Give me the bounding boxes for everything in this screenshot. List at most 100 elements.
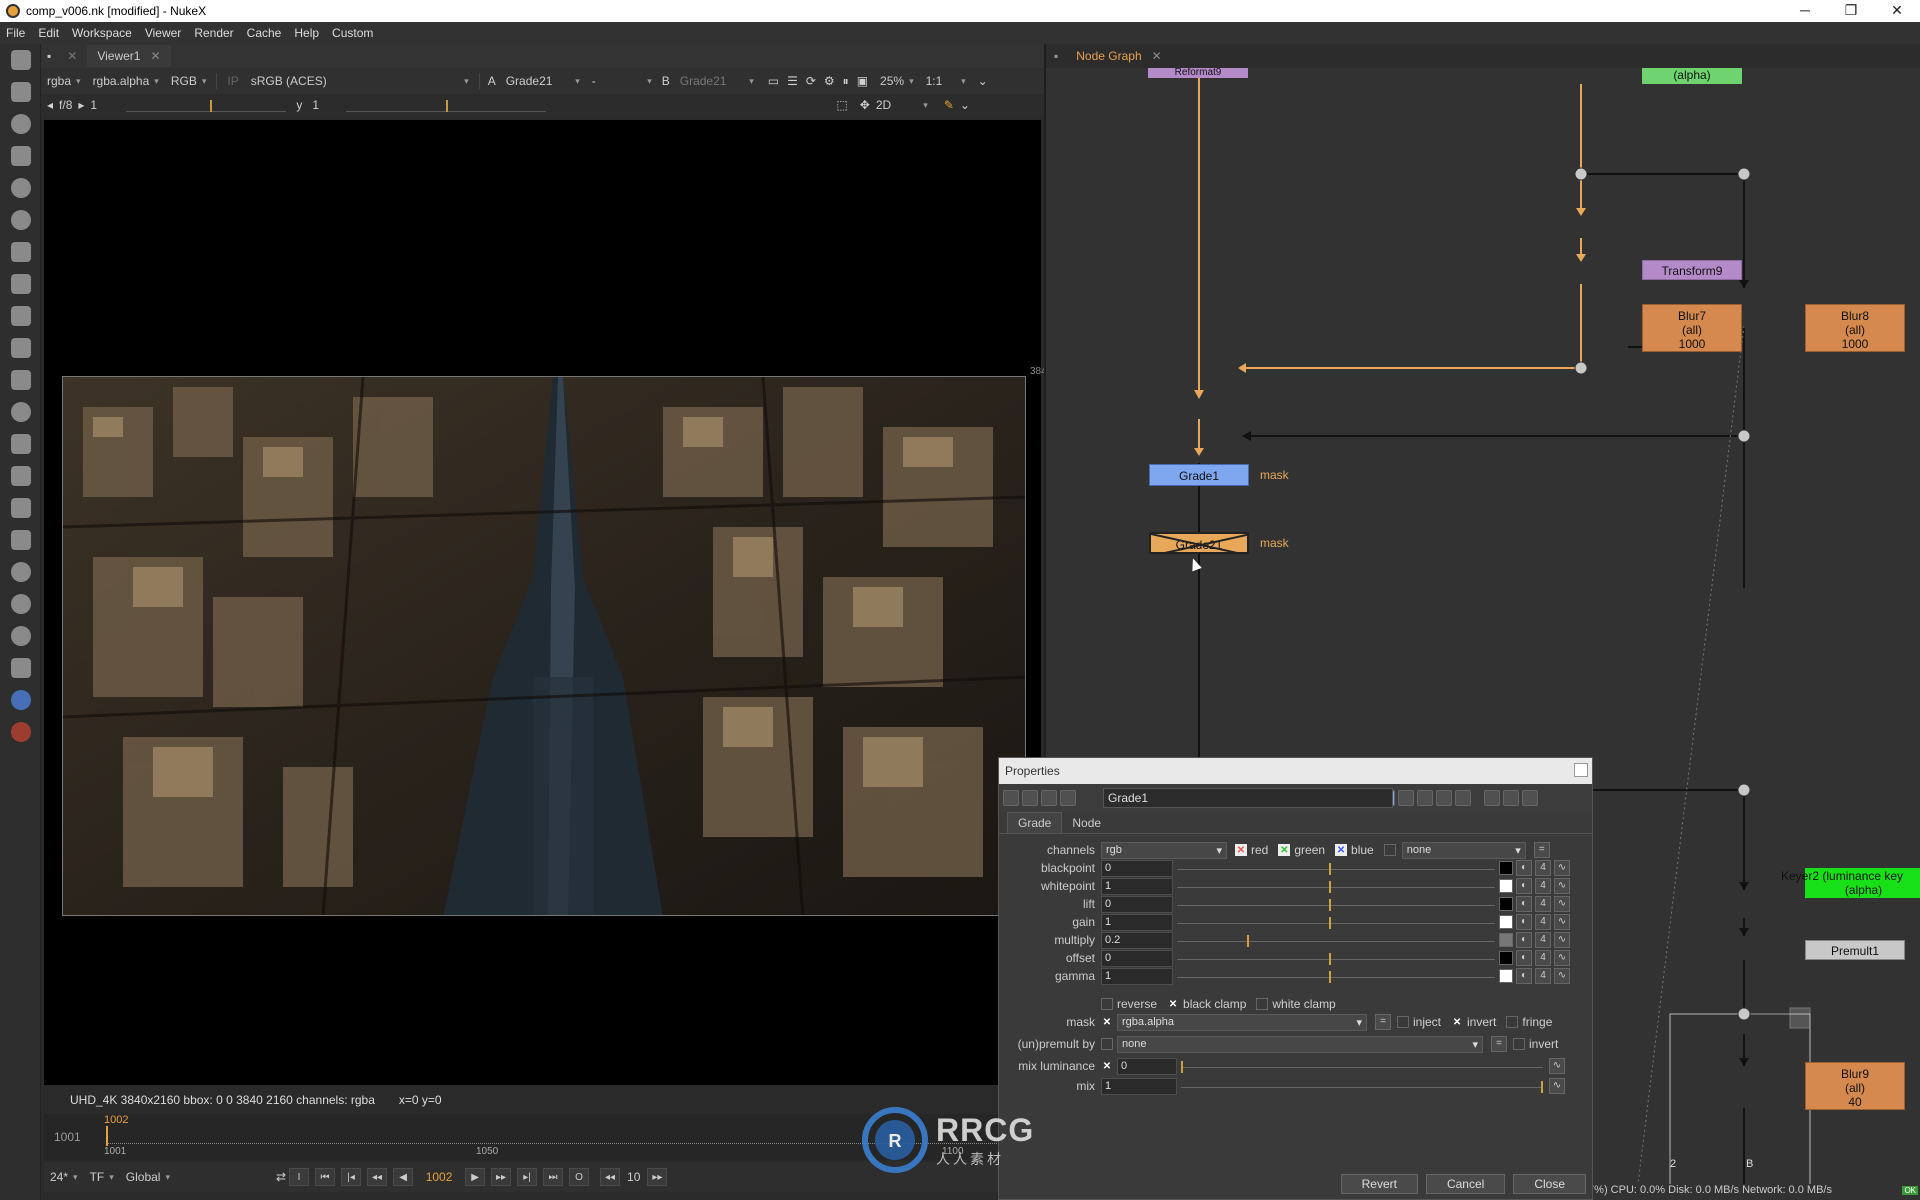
tab-close-icon[interactable]: ✕ [57, 45, 87, 67]
color-picker-icon[interactable]: ◐ [1516, 932, 1532, 948]
next-key-button[interactable]: ▸| [517, 1168, 538, 1186]
alpha-checkbox[interactable] [1383, 844, 1396, 856]
mask-checkbox[interactable]: ✕ [1101, 1016, 1113, 1028]
expand-icon[interactable]: ⌄ [978, 74, 988, 88]
fps-dropdown[interactable]: 24* [44, 1170, 84, 1184]
tool-time[interactable] [0, 108, 41, 140]
tool-filter[interactable] [0, 204, 41, 236]
curve-icon[interactable]: ∿ [1554, 932, 1570, 948]
node-blur9[interactable]: Blur9 (all) 40 [1805, 1062, 1905, 1110]
inject-checkbox[interactable] [1397, 1016, 1409, 1028]
knob-value-field[interactable]: 1 [1101, 913, 1173, 931]
close-button[interactable]: Close [1513, 1174, 1586, 1194]
tool-cara[interactable] [0, 620, 41, 652]
knob-value-field[interactable]: 0 [1101, 949, 1173, 967]
channel-count-button[interactable]: 4 [1535, 932, 1551, 948]
blue-checkbox[interactable]: ✕ [1335, 844, 1348, 856]
channel-count-button[interactable]: 4 [1535, 968, 1551, 984]
curve-icon[interactable]: ∿ [1549, 1078, 1565, 1094]
node-blur7[interactable]: Blur7 (all) 1000 [1642, 304, 1742, 352]
node-reformat9[interactable]: Reformat9 [1148, 68, 1248, 78]
cancel-button[interactable]: Cancel [1425, 1174, 1506, 1194]
snapshot-icon[interactable]: ▣ [857, 74, 868, 88]
color-swatch[interactable] [1499, 951, 1513, 965]
unpremult-checkbox[interactable] [1101, 1038, 1113, 1050]
viewer-icon[interactable] [1041, 790, 1057, 806]
mix-luminance-checkbox[interactable]: ✕ [1101, 1060, 1113, 1072]
fringe-checkbox[interactable] [1506, 1016, 1519, 1028]
gamma-slider[interactable] [346, 98, 547, 112]
color-picker-icon[interactable]: ◐ [1516, 878, 1532, 894]
knob-slider[interactable] [1177, 932, 1495, 949]
next-inc-button[interactable]: ▸▸ [491, 1168, 512, 1186]
tool-toolsets[interactable] [0, 492, 41, 524]
first-frame-button[interactable]: ⏮ [315, 1168, 336, 1186]
global-dropdown[interactable]: Global [120, 1170, 176, 1184]
tool-merge[interactable] [0, 268, 41, 300]
knob-slider[interactable] [1177, 896, 1495, 913]
ip-toggle[interactable]: IP [227, 74, 238, 88]
menu-custom[interactable]: Custom [332, 26, 373, 40]
redo-icon[interactable] [1436, 790, 1452, 806]
b-input-dropdown[interactable]: Grade21 [674, 74, 760, 88]
pause-icon[interactable]: ⏸ [843, 74, 849, 89]
properties-titlebar[interactable]: Properties [999, 758, 1592, 784]
curve-icon[interactable]: ∿ [1554, 878, 1570, 894]
unpremult-dropdown[interactable]: none ▾ [1117, 1035, 1483, 1053]
colorspace-dropdown[interactable]: sRGB (ACES) [245, 74, 475, 88]
node-premult1[interactable]: Premult1 [1805, 940, 1905, 960]
tool-3d[interactable] [0, 332, 41, 364]
color-picker-icon[interactable]: ◐ [1516, 896, 1532, 912]
knob-value-field[interactable]: 1 [1101, 967, 1173, 985]
invert-unpremult-checkbox[interactable] [1513, 1038, 1525, 1050]
color-picker-icon[interactable]: ◐ [1516, 968, 1532, 984]
color-picker-icon[interactable]: ◐ [1516, 914, 1532, 930]
menu-edit[interactable]: Edit [38, 26, 59, 40]
curve-icon[interactable]: ∿ [1549, 1058, 1565, 1074]
channel-count-button[interactable]: 4 [1535, 878, 1551, 894]
fstop-value[interactable]: f/8 [59, 98, 72, 112]
tool-deep[interactable] [0, 396, 41, 428]
black-clamp-checkbox[interactable]: ✕ [1167, 998, 1179, 1010]
knob-value-field[interactable]: 1 [1101, 877, 1173, 895]
close-window-button[interactable]: ✕ [1874, 0, 1920, 22]
undo-icon[interactable] [1417, 790, 1433, 806]
next-icon[interactable]: ▸ [78, 98, 84, 112]
node-name-field[interactable]: Grade1 [1103, 788, 1393, 808]
curve-icon[interactable]: ∿ [1554, 896, 1570, 912]
menu-viewer[interactable]: Viewer [145, 26, 181, 40]
gain-slider[interactable] [126, 98, 287, 112]
close-icon[interactable]: ✕ [150, 49, 160, 63]
node-blur8[interactable]: Blur8 (all) 1000 [1805, 304, 1905, 352]
play-back-button[interactable]: ◀ [393, 1168, 414, 1186]
tool-transform[interactable] [0, 300, 41, 332]
properties-close-button[interactable] [1574, 763, 1588, 777]
close-icon[interactable]: ✕ [1152, 49, 1162, 63]
tab-node[interactable]: Node [1062, 813, 1111, 833]
mix-luminance-slider[interactable] [1181, 1058, 1543, 1075]
menu-render[interactable]: Render [194, 26, 233, 40]
timeline-playhead[interactable] [106, 1126, 108, 1146]
tab-grade[interactable]: Grade [1007, 812, 1063, 833]
node-transform9[interactable]: Transform9 [1642, 260, 1742, 280]
pencil-icon[interactable]: ✎ [944, 98, 954, 112]
roi-icon[interactable]: ▭ [768, 74, 779, 88]
in-point-button[interactable]: I [289, 1168, 310, 1186]
mix-luminance-field[interactable]: 0 [1117, 1057, 1177, 1075]
gamma-slider-knob[interactable] [446, 100, 449, 112]
alpha-channel-dropdown[interactable]: none ▾ [1401, 841, 1526, 859]
menu-workspace[interactable]: Workspace [72, 26, 132, 40]
mask-link-button[interactable]: = [1375, 1014, 1391, 1030]
pan-icon[interactable]: ✥ [860, 98, 870, 112]
curve-icon[interactable]: ∿ [1554, 914, 1570, 930]
prev-icon[interactable]: ◂ [47, 98, 53, 112]
step-field[interactable]: 10 [627, 1170, 640, 1184]
color-swatch[interactable] [1499, 897, 1513, 911]
mask-dropdown[interactable]: rgba.alpha ▾ [1117, 1013, 1367, 1031]
color-picker-icon[interactable]: ◐ [1516, 860, 1532, 876]
unpremult-link-button[interactable]: = [1491, 1036, 1507, 1052]
color-swatch[interactable] [1499, 915, 1513, 929]
node-alpha-top[interactable]: (alpha) [1642, 68, 1742, 84]
revert-button[interactable]: Revert [1340, 1174, 1418, 1194]
tool-custom[interactable] [0, 716, 41, 748]
